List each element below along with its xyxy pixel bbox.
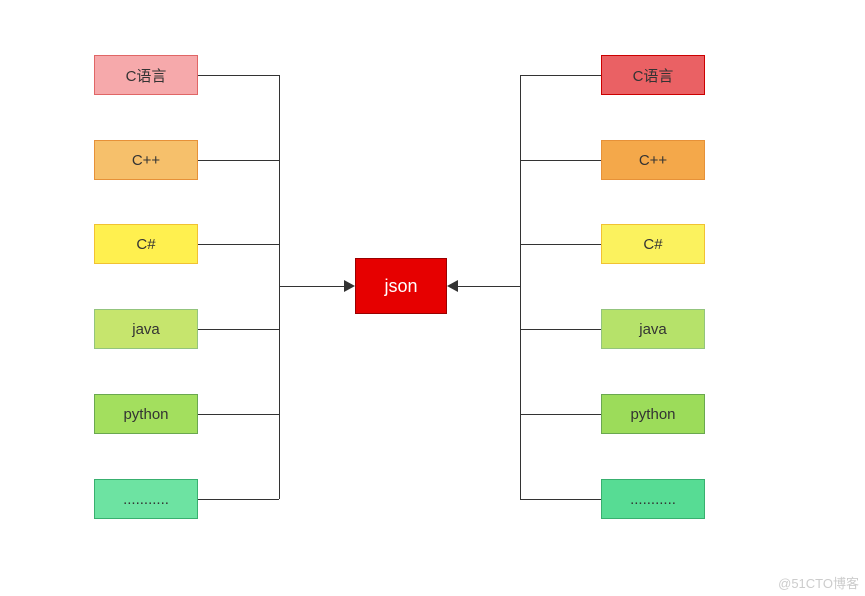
left-lang-box: C语言 — [94, 55, 198, 95]
right-lang-box: python — [601, 394, 705, 434]
left-lang-box: C++ — [94, 140, 198, 180]
right-lang-box: C语言 — [601, 55, 705, 95]
left-lang-box: java — [94, 309, 198, 349]
arrow-shaft-right — [458, 286, 520, 287]
watermark-text: @51CTO博客 — [778, 573, 859, 592]
right-lang-box: java — [601, 309, 705, 349]
connector-line — [198, 329, 279, 330]
connector-line — [520, 499, 601, 500]
right-lang-box: C++ — [601, 140, 705, 180]
right-bus-line — [520, 75, 521, 499]
connector-line — [520, 75, 601, 76]
right-lang-box: C# — [601, 224, 705, 264]
connector-line — [520, 414, 601, 415]
connector-line — [520, 160, 601, 161]
connector-line — [198, 244, 279, 245]
arrow-right-icon — [344, 280, 355, 292]
connector-line — [520, 329, 601, 330]
connector-line — [198, 499, 279, 500]
left-lang-box: C# — [94, 224, 198, 264]
left-lang-box: ........... — [94, 479, 198, 519]
left-lang-box: python — [94, 394, 198, 434]
connector-line — [198, 160, 279, 161]
right-lang-box: ........... — [601, 479, 705, 519]
connector-line — [198, 75, 279, 76]
center-json-box: json — [355, 258, 447, 314]
arrow-left-icon — [447, 280, 458, 292]
arrow-shaft-left — [279, 286, 344, 287]
connector-line — [520, 244, 601, 245]
connector-line — [198, 414, 279, 415]
